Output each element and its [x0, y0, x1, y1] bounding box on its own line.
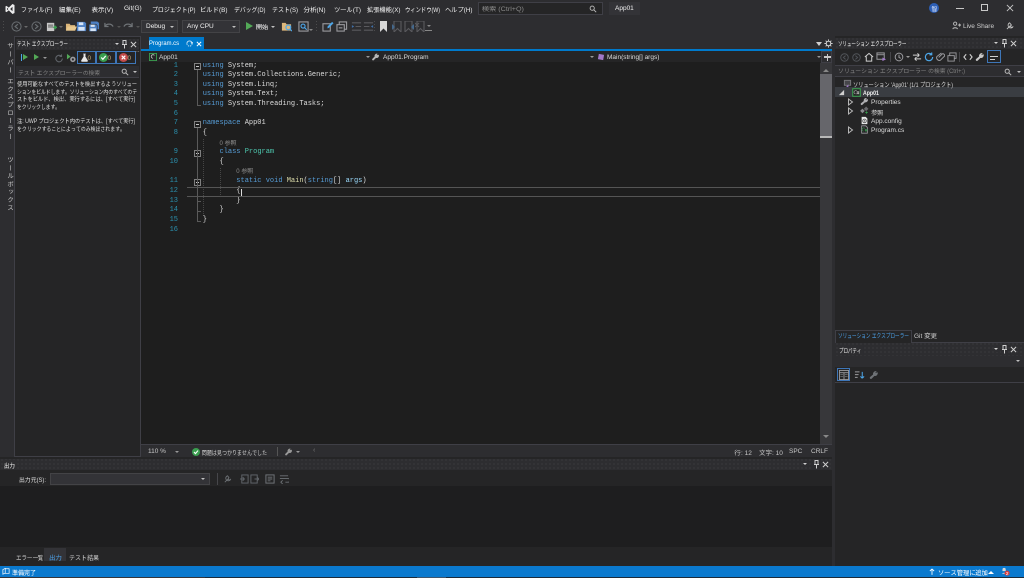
- svg-text:2: 2: [1006, 571, 1009, 576]
